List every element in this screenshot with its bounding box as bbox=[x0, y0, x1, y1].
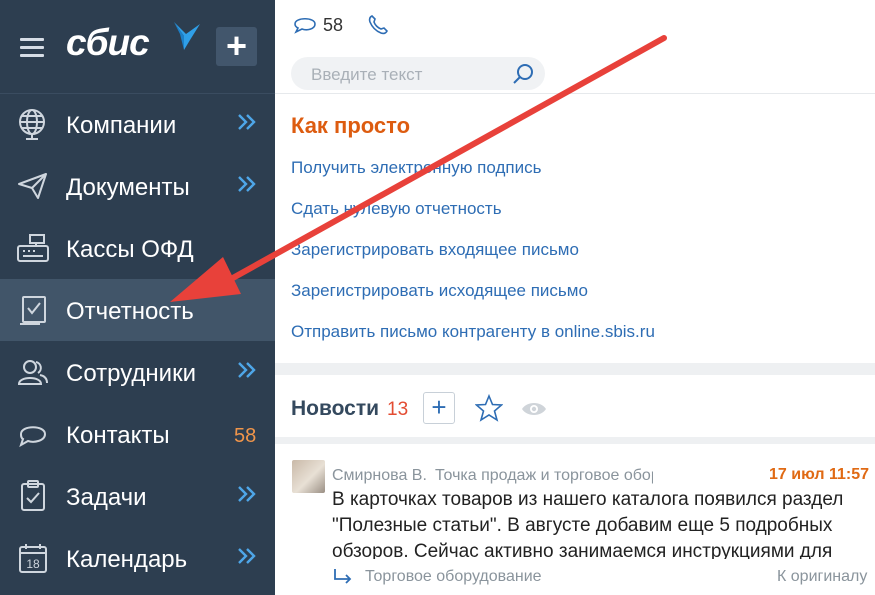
bird-logo-icon bbox=[174, 22, 200, 50]
star-icon[interactable] bbox=[475, 394, 503, 422]
double-chevron-right-icon[interactable] bbox=[236, 111, 258, 133]
sidebar-item-label: Документы bbox=[66, 174, 190, 201]
sidebar-item-cash-registers[interactable]: Кассы ОФД bbox=[0, 217, 275, 279]
sidebar-item-label: Сотрудники bbox=[66, 360, 196, 387]
cash-register-icon bbox=[17, 234, 49, 262]
calendar-day-number: 18 bbox=[26, 557, 40, 571]
sidebar-header: сбис + bbox=[0, 0, 275, 94]
eye-icon[interactable] bbox=[521, 401, 547, 417]
create-button[interactable]: + bbox=[216, 27, 257, 66]
clipboard-check-icon bbox=[21, 480, 45, 511]
how-to-link[interactable]: Получить электронную подпись bbox=[291, 158, 541, 178]
add-news-button[interactable]: + bbox=[423, 392, 455, 424]
double-chevron-right-icon[interactable] bbox=[236, 545, 258, 567]
contacts-count-badge: 58 bbox=[234, 425, 257, 447]
search-box bbox=[291, 57, 545, 90]
chat-count: 58 bbox=[323, 15, 344, 35]
sidebar-item-label: Отчетность bbox=[66, 298, 194, 325]
menu-icon[interactable] bbox=[20, 38, 46, 58]
chat-icon[interactable] bbox=[293, 14, 317, 36]
sidebar-item-label: Календарь bbox=[66, 546, 188, 573]
sidebar-item-tasks[interactable]: Задачи bbox=[0, 465, 275, 527]
sidebar-item-label: Контакты bbox=[66, 422, 170, 449]
sidebar-item-employees[interactable]: Сотрудники bbox=[0, 341, 275, 403]
sidebar-item-contacts[interactable]: Контакты 58 bbox=[0, 403, 275, 465]
chat-icon bbox=[19, 426, 47, 448]
search-input[interactable] bbox=[309, 63, 503, 86]
main-panel: 58 Как просто Получить электронную подпи… bbox=[275, 0, 875, 595]
post-date: 17 июл 11:57 bbox=[769, 466, 869, 483]
reply-arrow-icon bbox=[334, 569, 352, 584]
post-tag[interactable]: Торговое оборудование bbox=[365, 568, 542, 586]
double-chevron-right-icon[interactable] bbox=[236, 483, 258, 505]
sidebar-item-label: Кассы ОФД bbox=[66, 236, 194, 263]
sbis-logo[interactable]: сбис bbox=[66, 22, 150, 64]
phone-icon[interactable] bbox=[367, 14, 389, 36]
sidebar-item-reporting[interactable]: Отчетность bbox=[0, 279, 275, 341]
news-count: 13 bbox=[387, 399, 409, 420]
to-original-link[interactable]: К оригиналу bbox=[777, 568, 867, 586]
how-to-link[interactable]: Зарегистрировать входящее письмо bbox=[291, 240, 579, 260]
sidebar-item-companies[interactable]: Компании bbox=[0, 93, 275, 155]
globe-icon bbox=[19, 109, 45, 140]
how-to-link[interactable]: Отправить письмо контрагенту в online.sb… bbox=[291, 322, 655, 342]
section-separator bbox=[275, 437, 875, 444]
section-separator bbox=[275, 363, 875, 375]
paper-plane-icon bbox=[18, 173, 47, 199]
post-author[interactable]: Смирнова В. bbox=[332, 467, 427, 485]
calendar-icon: 18 bbox=[19, 544, 47, 573]
post-text: В карточках товаров из нашего каталога п… bbox=[332, 489, 844, 559]
sidebar: сбис + Компании Документы Кассы ОФД Отче… bbox=[0, 0, 275, 595]
how-to-link[interactable]: Зарегистрировать исходящее письмо bbox=[291, 281, 588, 301]
news-title: Новости bbox=[291, 397, 380, 420]
header-divider bbox=[275, 93, 875, 94]
double-chevron-right-icon[interactable] bbox=[236, 359, 258, 381]
how-to-link[interactable]: Сдать нулевую отчетность bbox=[291, 199, 502, 219]
sidebar-item-calendar[interactable]: 18 Календарь bbox=[0, 527, 275, 589]
report-icon bbox=[20, 296, 46, 325]
people-icon bbox=[17, 360, 48, 385]
sidebar-item-documents[interactable]: Документы bbox=[0, 155, 275, 217]
how-to-title: Как просто bbox=[291, 113, 411, 138]
post-channel[interactable]: Точка продаж и торговое оборудование bbox=[435, 467, 653, 485]
search-icon[interactable] bbox=[511, 62, 535, 86]
double-chevron-right-icon[interactable] bbox=[236, 173, 258, 195]
sidebar-item-label: Компании bbox=[66, 112, 177, 139]
sidebar-item-label: Задачи bbox=[66, 484, 147, 511]
author-avatar[interactable] bbox=[292, 460, 325, 493]
